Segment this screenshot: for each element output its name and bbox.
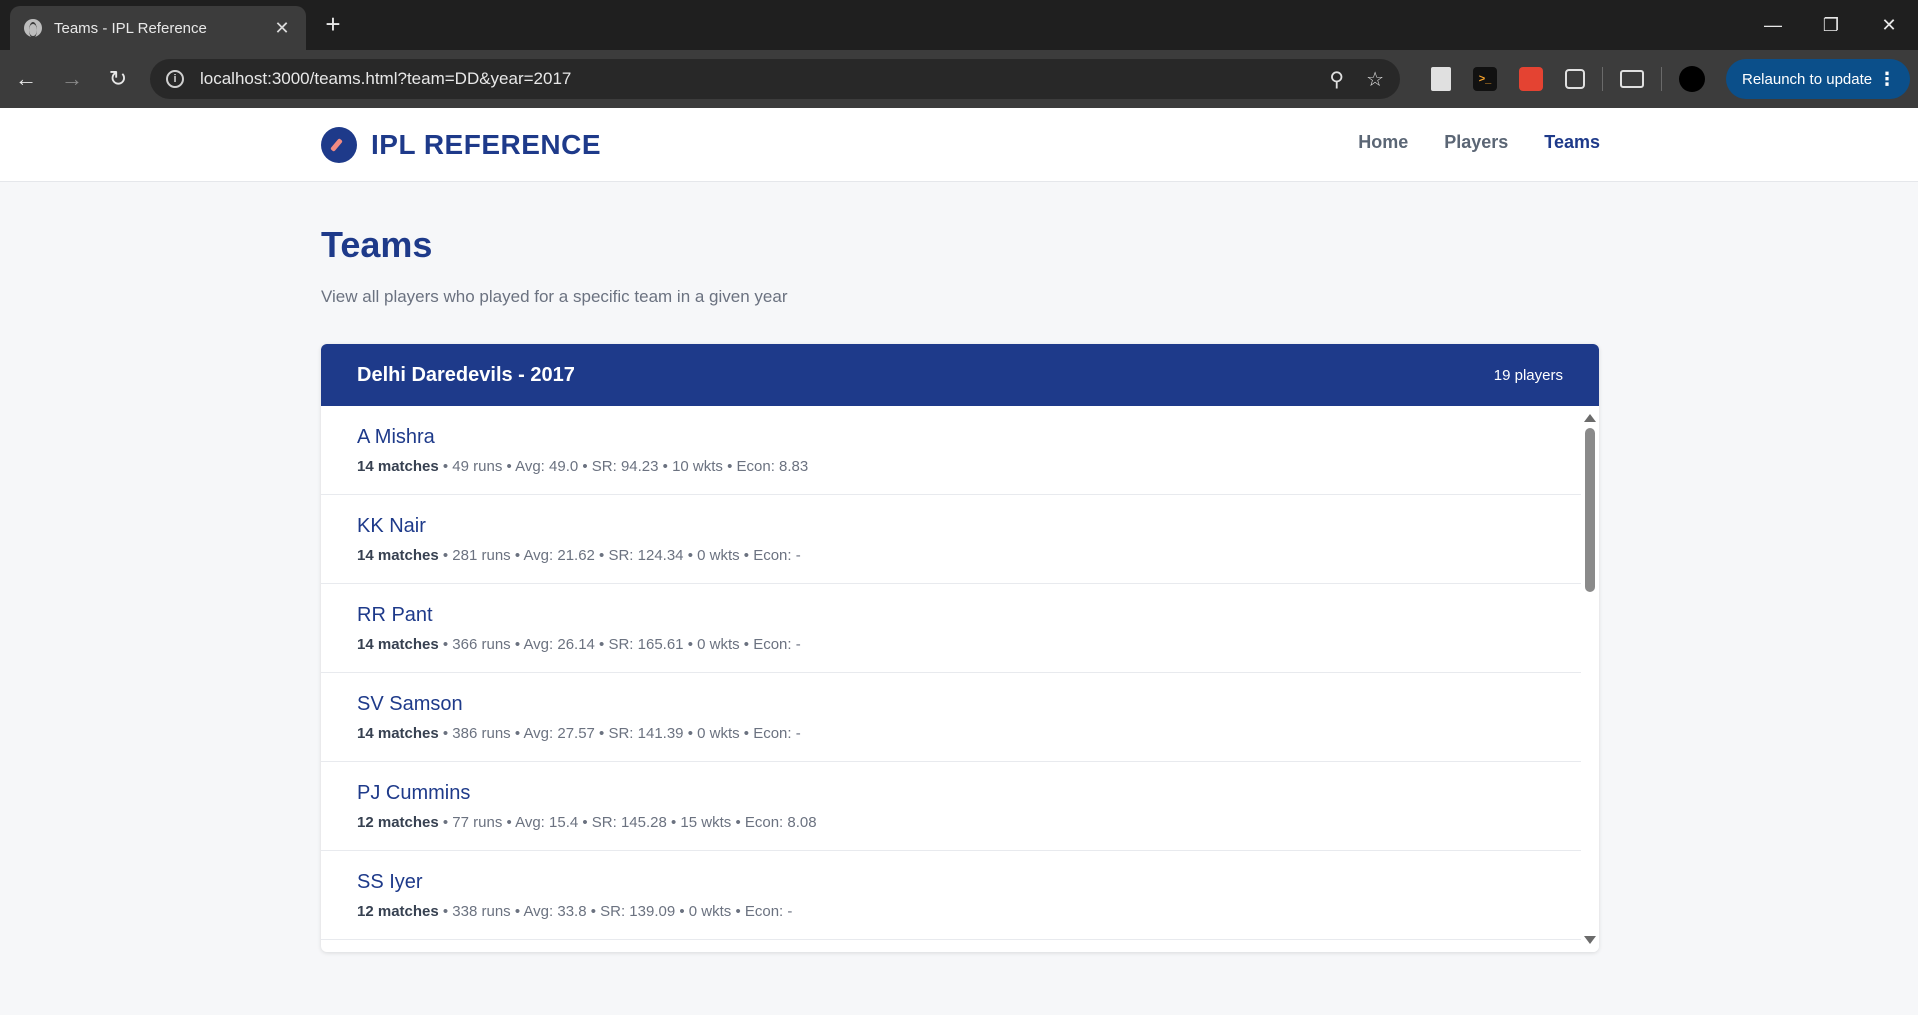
player-stats: 14 matches • 281 runs • Avg: 21.62 • SR:… xyxy=(357,547,1545,564)
back-button[interactable]: ← xyxy=(6,59,46,99)
player-stats: 12 matches • 338 runs • Avg: 33.8 • SR: … xyxy=(357,903,1545,920)
close-window-button[interactable]: ✕ xyxy=(1860,0,1918,50)
page-subtitle: View all players who played for a specif… xyxy=(321,287,788,306)
minimize-button[interactable]: — xyxy=(1744,0,1802,50)
player-row: KK Nair 14 matches • 281 runs • Avg: 21.… xyxy=(321,495,1581,584)
list-scrollbar[interactable] xyxy=(1581,406,1599,952)
page-title: Teams xyxy=(321,224,433,265)
player-row: RR Pant 14 matches • 366 runs • Avg: 26.… xyxy=(321,584,1581,673)
player-list[interactable]: A Mishra 14 matches • 49 runs • Avg: 49.… xyxy=(321,406,1599,952)
player-stats: 12 matches • 77 runs • Avg: 15.4 • SR: 1… xyxy=(357,814,1545,831)
toolbar-divider xyxy=(1602,67,1603,91)
player-name-link[interactable]: A Mishra xyxy=(357,426,1545,449)
scrollbar-thumb[interactable] xyxy=(1585,428,1595,592)
brand-name: IPL REFERENCE xyxy=(371,129,602,160)
player-stat-line: • 386 runs • Avg: 27.57 • SR: 141.39 • 0… xyxy=(438,725,801,742)
brand[interactable]: IPL REFERENCE xyxy=(321,127,601,163)
new-tab-button[interactable]: + xyxy=(318,10,348,40)
nav-teams[interactable]: Teams xyxy=(1544,132,1600,153)
player-name-link[interactable]: PJ Cummins xyxy=(357,782,1545,805)
player-stat-line: • 77 runs • Avg: 15.4 • SR: 145.28 • 15 … xyxy=(438,814,817,831)
site-header: IPL REFERENCE Home Players Teams xyxy=(0,108,1918,182)
forward-button[interactable]: → xyxy=(52,59,92,99)
player-stats: 14 matches • 386 runs • Avg: 27.57 • SR:… xyxy=(357,725,1545,742)
team-title: Delhi Daredevils - 2017 xyxy=(357,363,575,386)
address-bar[interactable]: i localhost:3000/teams.html?team=DD&year… xyxy=(150,59,1400,99)
player-name-link[interactable]: KK Nair xyxy=(357,515,1545,538)
site-info-icon[interactable]: i xyxy=(166,70,184,88)
player-matches: 12 matches xyxy=(357,814,439,831)
player-matches: 14 matches xyxy=(357,458,439,475)
player-matches: 12 matches xyxy=(357,903,439,920)
tab-title: Teams - IPL Reference xyxy=(54,19,207,37)
browser-toolbar: ← → ↻ i localhost:3000/teams.html?team=D… xyxy=(0,50,1918,108)
close-tab-icon[interactable]: ✕ xyxy=(272,18,292,39)
bookmark-star-icon[interactable]: ☆ xyxy=(1366,67,1384,92)
player-stats: 14 matches • 49 runs • Avg: 49.0 • SR: 9… xyxy=(357,458,1545,475)
zoom-icon[interactable]: ⚲ xyxy=(1329,67,1344,92)
player-name-link[interactable]: SS Iyer xyxy=(357,871,1545,894)
player-row: PJ Cummins 12 matches • 77 runs • Avg: 1… xyxy=(321,762,1581,851)
url-text[interactable]: localhost:3000/teams.html?team=DD&year=2… xyxy=(200,69,1307,89)
globe-icon xyxy=(24,19,42,38)
player-name-link[interactable]: SV Samson xyxy=(357,693,1545,716)
relaunch-button[interactable]: Relaunch to update ⋮ xyxy=(1726,59,1910,99)
extensions-puzzle-icon[interactable] xyxy=(1565,69,1585,89)
browser-tab[interactable]: Teams - IPL Reference ✕ xyxy=(10,6,306,50)
player-row: SS Iyer 12 matches • 338 runs • Avg: 33.… xyxy=(321,851,1581,940)
document-extension-icon[interactable] xyxy=(1431,67,1451,91)
team-card-header: Delhi Daredevils - 2017 19 players xyxy=(321,344,1599,406)
todoist-extension-icon[interactable] xyxy=(1519,67,1543,91)
player-matches: 14 matches xyxy=(357,636,439,653)
player-matches: 14 matches xyxy=(357,547,439,564)
player-name-link[interactable]: RR Pant xyxy=(357,604,1545,627)
extensions-area: >_ xyxy=(1420,59,1716,99)
more-options-icon[interactable]: ⋮ xyxy=(1878,69,1896,90)
player-row: SV Samson 14 matches • 386 runs • Avg: 2… xyxy=(321,673,1581,762)
nav-home[interactable]: Home xyxy=(1358,132,1408,153)
team-card: Delhi Daredevils - 2017 19 players A Mis… xyxy=(321,344,1599,952)
cast-search-icon[interactable] xyxy=(1620,70,1644,88)
cricket-logo-icon xyxy=(321,127,357,163)
player-stat-line: • 338 runs • Avg: 33.8 • SR: 139.09 • 0 … xyxy=(438,903,793,920)
scroll-up-arrow-icon[interactable] xyxy=(1584,414,1596,422)
player-stats: 14 matches • 366 runs • Avg: 26.14 • SR:… xyxy=(357,636,1545,653)
nav-players[interactable]: Players xyxy=(1444,132,1508,153)
reload-button[interactable]: ↻ xyxy=(98,59,138,99)
player-matches: 14 matches xyxy=(357,725,439,742)
toolbar-divider xyxy=(1661,67,1662,91)
player-stat-line: • 281 runs • Avg: 21.62 • SR: 124.34 • 0… xyxy=(438,547,801,564)
player-row: A Mishra 14 matches • 49 runs • Avg: 49.… xyxy=(321,406,1581,495)
relaunch-label: Relaunch to update xyxy=(1742,70,1873,88)
player-stat-line: • 49 runs • Avg: 49.0 • SR: 94.23 • 10 w… xyxy=(438,458,809,475)
terminal-extension-icon[interactable]: >_ xyxy=(1473,67,1497,91)
player-count: 19 players xyxy=(1493,366,1563,384)
profile-avatar-icon[interactable] xyxy=(1679,66,1705,92)
player-stat-line: • 366 runs • Avg: 26.14 • SR: 165.61 • 0… xyxy=(438,636,801,653)
site-nav: Home Players Teams xyxy=(1322,132,1600,153)
web-page: IPL REFERENCE Home Players Teams Teams V… xyxy=(0,108,1918,1015)
browser-tabbar: Teams - IPL Reference ✕ + — ❐ ✕ xyxy=(0,0,1918,50)
scroll-down-arrow-icon[interactable] xyxy=(1584,936,1596,944)
window-controls: — ❐ ✕ xyxy=(1744,0,1918,50)
restore-button[interactable]: ❐ xyxy=(1802,0,1860,50)
